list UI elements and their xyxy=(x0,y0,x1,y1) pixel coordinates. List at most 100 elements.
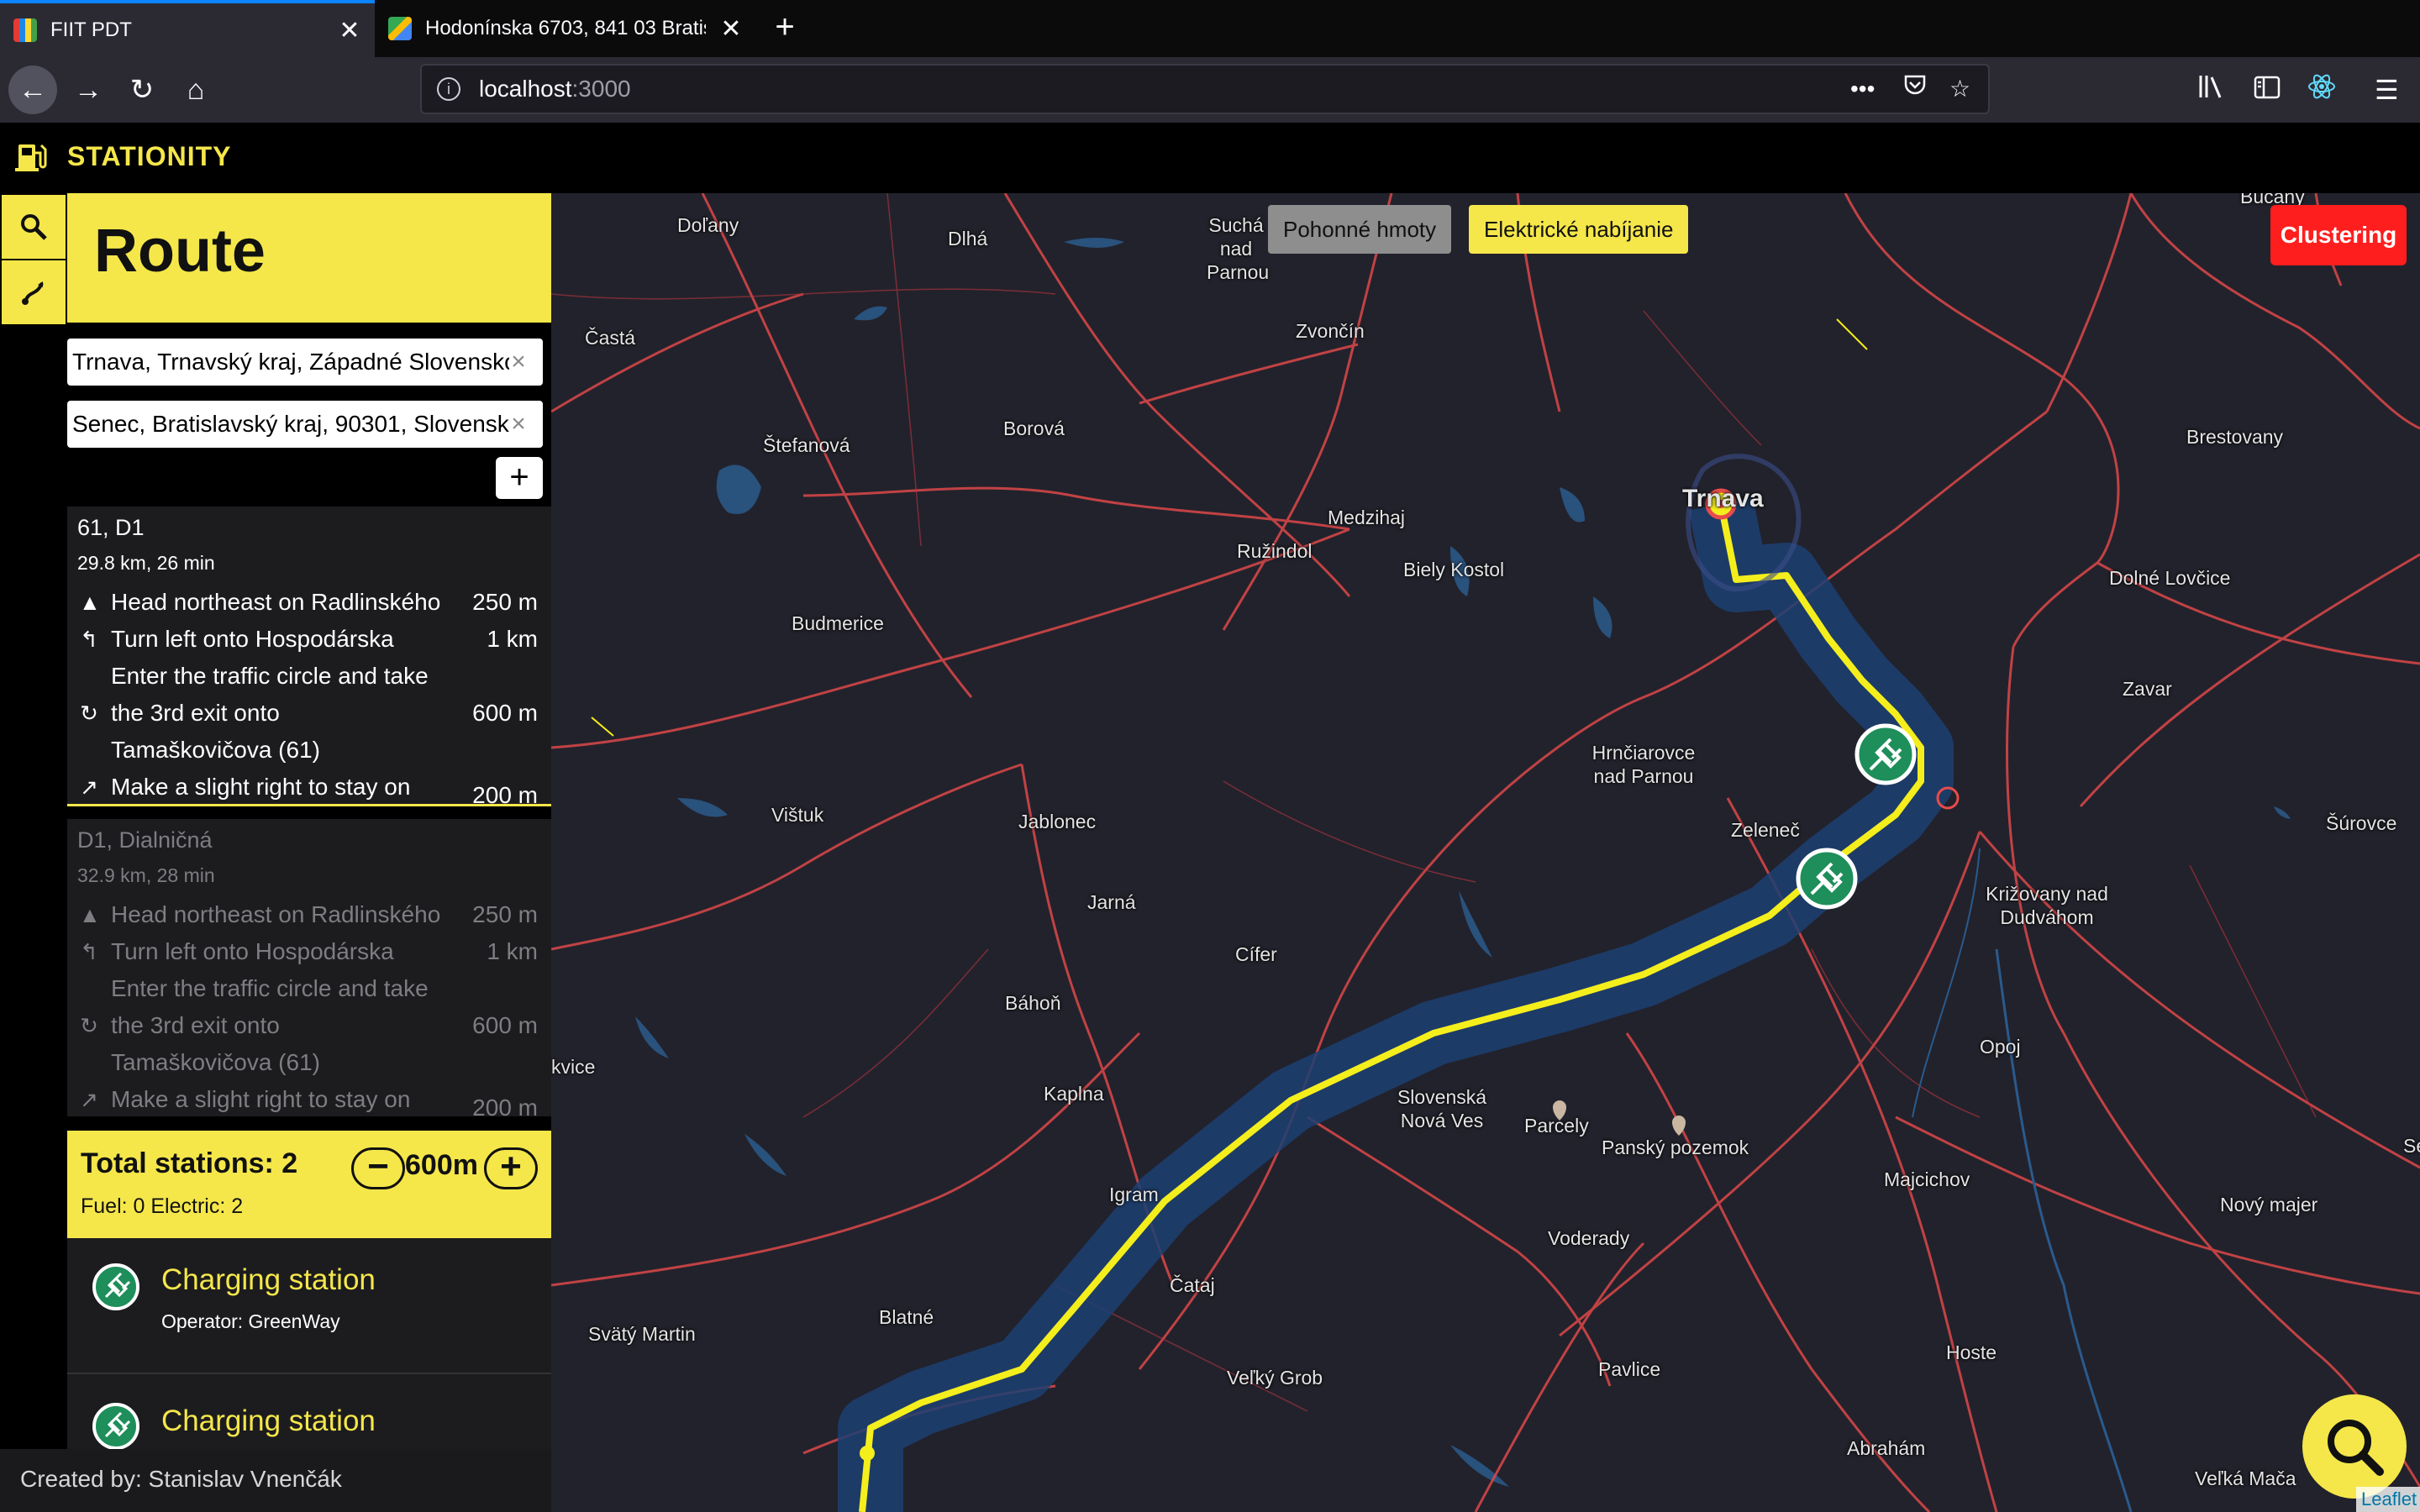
route-name: 61, D1 xyxy=(77,515,145,540)
map-search-button[interactable] xyxy=(2302,1394,2407,1499)
map-place-label: Dolné Lovčice xyxy=(2109,567,2231,589)
back-button[interactable]: ← xyxy=(8,66,57,114)
url-text: localhost:3000 xyxy=(479,76,631,102)
ev-charger-map-marker[interactable] xyxy=(1854,722,1918,786)
origin-field-wrapper: × xyxy=(67,339,543,386)
step-instruction: Tamaškovičova (61) xyxy=(111,1049,320,1075)
route-summary: 29.8 km, 26 min xyxy=(77,552,215,574)
map-place-label: Nový majer xyxy=(2220,1194,2318,1215)
browser-toolbar: ← → ↻ ⌂ i localhost:3000 ••• ☆ ☰ xyxy=(0,57,2420,123)
station-list-item[interactable]: Charging station Operator: GreenWay xyxy=(67,1238,551,1374)
map-place-label: Jablonec xyxy=(1018,811,1097,832)
route-step[interactable]: ↰ Turn left onto Hospodárska 1 km xyxy=(67,621,551,658)
map-place-label: Dlhá xyxy=(948,228,988,249)
pocket-icon[interactable] xyxy=(1902,72,1928,107)
step-distance: 250 m xyxy=(472,901,538,927)
destination-input[interactable] xyxy=(67,401,543,448)
search-rail-button[interactable] xyxy=(2,195,66,259)
map-place-label: Hoste xyxy=(1946,1341,1997,1363)
map-place-label: Majcichov xyxy=(1884,1168,1970,1190)
react-devtools-icon[interactable] xyxy=(2307,72,2336,109)
map-place-label: Jarná xyxy=(1087,891,1136,913)
increase-radius-button[interactable]: + xyxy=(484,1147,538,1189)
home-button[interactable]: ⌂ xyxy=(171,66,220,114)
clear-origin-icon[interactable]: × xyxy=(506,339,531,386)
route-step[interactable]: ↻ Enter the traffic circle and take the … xyxy=(67,970,551,1081)
turn-left-icon: ↰ xyxy=(80,939,98,964)
leaflet-attribution-link[interactable]: Leaflet xyxy=(2356,1487,2420,1512)
close-tab-icon[interactable]: ✕ xyxy=(324,16,375,45)
tab-title: FIIT PDT xyxy=(50,18,132,41)
map-canvas[interactable]: Bučany Doľany Dlhá Suchá nad Parnou Zvon… xyxy=(551,193,2420,1512)
tab-fiit-pdt[interactable]: FIIT PDT ✕ xyxy=(0,0,375,57)
map-place-label: Trnava xyxy=(1682,485,1764,512)
route-panel: Route × × + 61, D1 29.8 km, 26 min ▲ Hea… xyxy=(67,193,551,1449)
map-place-label: Čataj xyxy=(1170,1274,1215,1296)
route-rail-button[interactable] xyxy=(2,260,66,324)
step-distance: 200 m xyxy=(472,782,538,806)
app-header: STATIONITY xyxy=(0,123,2420,193)
ev-charger-map-marker[interactable] xyxy=(1795,847,1859,911)
step-instruction: Head northeast on Radlinského xyxy=(111,589,441,615)
route-step[interactable]: ↗ Make a slight right to stay on 200 m xyxy=(67,769,551,806)
page-actions-icon[interactable]: ••• xyxy=(1850,72,1875,106)
close-tab-icon[interactable]: ✕ xyxy=(706,14,756,44)
tab-google-maps[interactable]: Hodonínska 6703, 841 03 Bratislava ✕ xyxy=(375,0,756,57)
step-instruction: Enter the traffic circle and take xyxy=(111,663,429,689)
new-tab-button[interactable]: + xyxy=(765,8,805,49)
map-place-label: Šúrovce xyxy=(2326,812,2397,834)
tab-title: Hodonínska 6703, 841 03 Bratislava xyxy=(425,17,706,39)
map-place-label: Križovany nad Dudváhom xyxy=(1986,883,2108,928)
map-place-label: Štefanová xyxy=(763,434,850,456)
search-icon xyxy=(21,214,47,240)
map-place-label: Voderady xyxy=(1548,1227,1630,1249)
step-distance: 250 m xyxy=(472,589,538,615)
step-instruction: Make a slight right to stay on xyxy=(111,774,411,800)
route-step[interactable]: ↻ Enter the traffic circle and take the … xyxy=(67,658,551,769)
station-name: Charging station xyxy=(161,1263,376,1296)
library-icon[interactable] xyxy=(2198,72,2227,108)
electric-layer-toggle[interactable]: Elektrické nabíjanie xyxy=(1469,205,1689,254)
map-place-label: Ružindol xyxy=(1237,540,1313,562)
route-summary: 32.9 km, 28 min xyxy=(77,864,215,886)
slight-right-icon: ↗ xyxy=(80,774,98,800)
route-icon xyxy=(22,281,44,305)
route-step[interactable]: ↰ Turn left onto Hospodárska 1 km xyxy=(67,933,551,970)
ev-charger-icon xyxy=(92,1403,139,1449)
menu-hamburger-icon[interactable]: ☰ xyxy=(2375,72,2399,108)
map-place-label: Veľký Grob xyxy=(1227,1367,1323,1389)
map-place-label: Brestovany xyxy=(2186,426,2284,448)
map-place-label: Opoj xyxy=(1980,1036,2021,1058)
fuel-layer-toggle[interactable]: Pohonné hmoty xyxy=(1268,205,1452,254)
decrease-radius-button[interactable]: − xyxy=(351,1147,405,1189)
step-instruction: Tamaškovičova (61) xyxy=(111,737,320,763)
map-place-label: Častá xyxy=(585,327,636,349)
clustering-toggle[interactable]: Clustering xyxy=(2270,205,2407,265)
map-place-label: Kaplna xyxy=(1044,1083,1104,1105)
site-info-icon[interactable]: i xyxy=(437,77,460,101)
route-alternative-1[interactable]: 61, D1 29.8 km, 26 min ▲ Head northeast … xyxy=(67,507,551,806)
route-step[interactable]: ↗ Make a slight right to stay on 200 m xyxy=(67,1081,551,1116)
sidebar-toggle-icon[interactable] xyxy=(2254,72,2281,108)
route-step[interactable]: ▲ Head northeast on Radlinského 250 m xyxy=(67,584,551,621)
page-title: Route xyxy=(94,218,266,285)
reload-button[interactable]: ↻ xyxy=(118,66,166,114)
add-waypoint-button[interactable]: + xyxy=(496,457,543,499)
forward-button[interactable]: → xyxy=(64,66,113,114)
map-place-label: Parcely xyxy=(1524,1115,1589,1137)
app-name: STATIONITY xyxy=(67,141,232,171)
route-alternative-2[interactable]: D1, Dialničná 32.9 km, 28 min ▲ Head nor… xyxy=(67,819,551,1116)
bookmark-star-icon[interactable]: ☆ xyxy=(1949,72,1970,106)
map-place-label: Báhoň xyxy=(1005,992,1061,1014)
route-name: D1, Dialničná xyxy=(77,827,213,853)
map-place-label: Biely Kostol xyxy=(1403,559,1505,580)
map-place-label: Vištuk xyxy=(771,804,824,826)
origin-input[interactable] xyxy=(67,339,543,386)
clear-destination-icon[interactable]: × xyxy=(506,401,531,448)
station-list-item[interactable]: Charging station xyxy=(67,1374,551,1449)
map-place-label: Veľká Mača xyxy=(2195,1467,2296,1489)
side-rail xyxy=(0,193,67,1449)
url-bar[interactable]: i localhost:3000 ••• ☆ xyxy=(420,64,1990,114)
route-step[interactable]: ▲ Head northeast on Radlinského 250 m xyxy=(67,896,551,933)
ev-charger-icon xyxy=(92,1263,139,1310)
